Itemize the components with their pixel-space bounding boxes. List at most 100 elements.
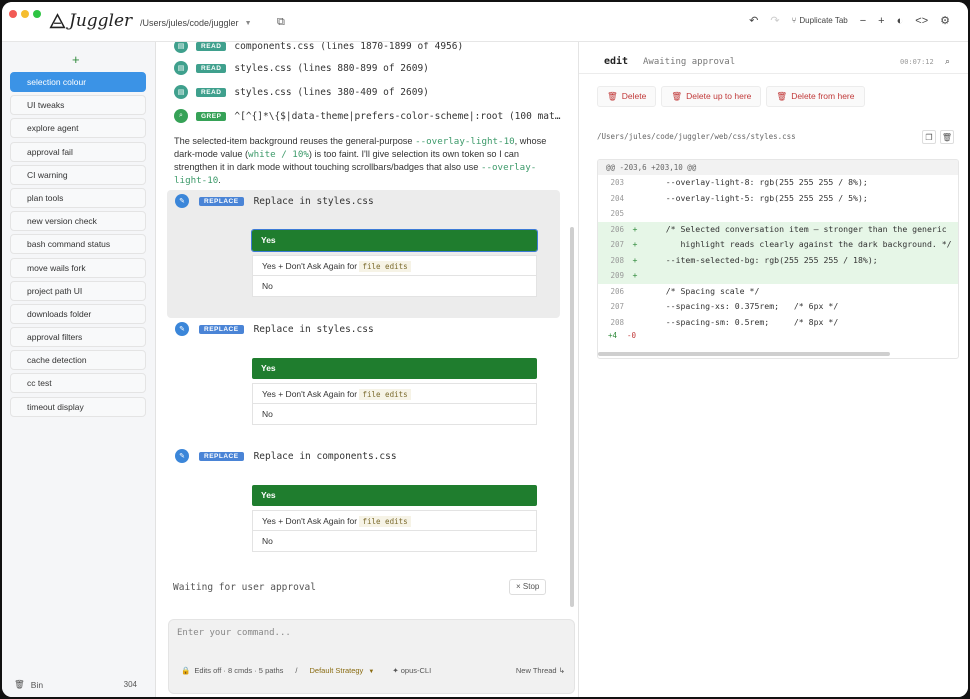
panel-header: edit Awaiting approval 00:07:12 ⌕ [579, 42, 968, 74]
command-input[interactable] [177, 628, 557, 638]
theme-toggle-icon[interactable]: ◐ [897, 15, 904, 27]
undo-icon[interactable]: ↶ [749, 14, 758, 27]
diff-marker [624, 191, 646, 207]
tool-call-read[interactable]: ▤ READ styles.css (lines 380-409 of 2609… [174, 85, 429, 99]
settings-gear-icon[interactable]: ⚙ [940, 14, 950, 27]
delete-from-here-button[interactable]: 🗑 Delete from here [766, 86, 865, 107]
approve-no-button[interactable]: No [252, 404, 537, 425]
duplicate-tab-button[interactable]: ⑂ Duplicate Tab [792, 16, 848, 25]
sidebar-item[interactable]: timeout display [10, 396, 146, 417]
new-thread-button[interactable]: New Thread ↳ [516, 666, 565, 675]
sidebar-item[interactable]: new version check [10, 211, 146, 232]
approve-no-button[interactable]: No [252, 276, 537, 297]
open-external-icon[interactable]: ⧉ [277, 16, 285, 29]
diff-marker [624, 315, 646, 331]
sidebar-item[interactable]: bash command status [10, 234, 146, 255]
option-tag: file edits [359, 516, 411, 527]
command-status-bar: 🔒 Edits off · 8 cmds · 5 paths / Default… [181, 666, 571, 675]
sidebar-item[interactable]: cc test [10, 373, 146, 394]
sidebar-item[interactable]: explore agent [10, 118, 146, 139]
redo-icon[interactable]: ↷ [770, 14, 779, 27]
diff-line: 207 --spacing-xs: 0.375rem; /* 6px */ [598, 299, 958, 315]
model-selector[interactable]: ✦ opus-CLI [392, 666, 431, 675]
tool-call-read[interactable]: ▤ READ components.css (lines 1870-1899 o… [174, 42, 463, 53]
code-text: /* Selected conversation item — stronger… [646, 223, 947, 234]
add-conversation-icon[interactable]: + [72, 52, 80, 67]
replace-badge: REPLACE [199, 196, 244, 206]
approve-yes-button[interactable]: Yes [252, 358, 537, 379]
sidebar-item[interactable]: downloads folder [10, 303, 146, 324]
zoom-in-icon[interactable]: + [878, 15, 884, 27]
approve-yes-button[interactable]: Yes [251, 229, 538, 252]
bin-button[interactable]: 🗑 Bin [14, 679, 43, 690]
line-number: 206 [610, 224, 624, 234]
option-label: Yes + Don't Ask Again for [262, 389, 358, 399]
copy-icon[interactable]: ❐ [922, 130, 936, 144]
app-name: Juggler [69, 11, 133, 31]
sidebar-item[interactable]: project path UI [10, 280, 146, 301]
approve-dont-ask-button[interactable]: Yes + Don't Ask Again for file edits [252, 255, 537, 276]
delete-up-to-here-button[interactable]: 🗑 Delete up to here [661, 86, 762, 107]
sidebar-item[interactable]: move wails fork [10, 257, 146, 278]
trash-icon[interactable]: 🗑 [940, 130, 954, 144]
grep-badge: GREP [196, 111, 227, 121]
title-bar: Juggler /Users/jules/code/juggler ▼ ⧉ ↶ … [2, 2, 968, 42]
trash-icon: 🗑 [14, 679, 25, 689]
approve-dont-ask-button[interactable]: Yes + Don't Ask Again for file edits [252, 510, 537, 531]
sidebar-item[interactable]: CI warning [10, 164, 146, 185]
search-icon[interactable]: ⌕ [945, 56, 950, 67]
diff-line: 208 --spacing-sm: 0.5rem; /* 8px */ [598, 315, 958, 331]
diff-marker [624, 299, 646, 315]
approval-options: Yes Yes + Don't Ask Again for file edits… [252, 485, 537, 552]
assistant-message: The selected-item background reuses the … [174, 135, 554, 187]
option-label: Yes + Don't Ask Again for [262, 261, 358, 271]
strategy-dropdown[interactable]: Default Strategy ▼ [310, 666, 375, 675]
diff-horizontal-scrollbar[interactable] [598, 352, 890, 356]
sidebar-item[interactable]: approval fail [10, 141, 146, 162]
duplicate-icon: ⑂ [791, 16, 797, 25]
sidebar-item[interactable]: plan tools [10, 187, 146, 208]
replace-tool-block[interactable]: ✎ REPLACE Replace in styles.css Yes Yes … [167, 318, 560, 442]
code-view-icon[interactable]: <> [915, 15, 928, 27]
diff-marker: + [632, 223, 638, 234]
replace-tool-block[interactable]: ✎ REPLACE Replace in components.css Yes … [167, 445, 560, 569]
sidebar-item[interactable]: approval filters [10, 327, 146, 348]
replace-badge: REPLACE [199, 324, 244, 334]
approve-no-button[interactable]: No [252, 531, 537, 552]
approve-yes-button[interactable]: Yes [252, 485, 537, 506]
code-text: --spacing-sm: 0.5rem; /* 8px */ [646, 316, 839, 327]
replace-header: ✎ REPLACE Replace in components.css [175, 449, 397, 463]
stop-button[interactable]: × Stop [509, 579, 547, 595]
line-number: 209 [610, 271, 624, 280]
search-icon: ⌕ [174, 109, 188, 123]
edit-detail-panel: edit Awaiting approval 00:07:12 ⌕ 🗑 Dele… [578, 42, 968, 697]
replace-tool-block[interactable]: ✎ REPLACE Replace in styles.css Yes Yes … [167, 190, 560, 318]
minimize-window-button[interactable] [21, 10, 29, 18]
chat-scrollbar[interactable] [570, 227, 574, 607]
diff-marker: + [632, 239, 638, 249]
diff-lines: 203 --overlay-light-8: rgb(255 255 255 /… [598, 175, 958, 330]
file-actions: ❐ 🗑 [922, 130, 954, 144]
tool-call-grep[interactable]: ⌕ GREP ^[^{]*\{$|data-theme|prefers-colo… [174, 109, 560, 123]
sidebar-item[interactable]: UI tweaks [10, 95, 146, 116]
tool-call-read[interactable]: ▤ READ styles.css (lines 880-899 of 2609… [174, 61, 429, 75]
diff-marker [624, 175, 646, 191]
replace-header: ✎ REPLACE Replace in styles.css [175, 322, 374, 336]
diff-line: 205 [598, 206, 958, 222]
code-text: /* Spacing scale */ [646, 285, 760, 296]
edits-status[interactable]: Edits off · 8 cmds · 5 paths [194, 666, 283, 675]
code-text: highlight reads clearly against the dark… [646, 239, 952, 249]
maximize-window-button[interactable] [33, 10, 41, 18]
read-badge: READ [196, 87, 227, 97]
sidebar-item[interactable]: cache detection [10, 350, 146, 371]
delete-button[interactable]: 🗑 Delete [597, 86, 657, 107]
close-window-button[interactable] [9, 10, 17, 18]
project-path-dropdown[interactable]: /Users/jules/code/juggler ▼ [140, 18, 252, 28]
sidebar-item[interactable]: selection colour [10, 72, 146, 92]
separator: / [295, 666, 298, 675]
approve-dont-ask-button[interactable]: Yes + Don't Ask Again for file edits [252, 383, 537, 404]
diff-line: 206 + /* Selected conversation item — str… [598, 221, 958, 237]
zoom-out-icon[interactable]: − [860, 15, 866, 27]
chevron-down-icon: ▼ [244, 19, 252, 27]
command-box: 🔒 Edits off · 8 cmds · 5 paths / Default… [168, 619, 575, 694]
